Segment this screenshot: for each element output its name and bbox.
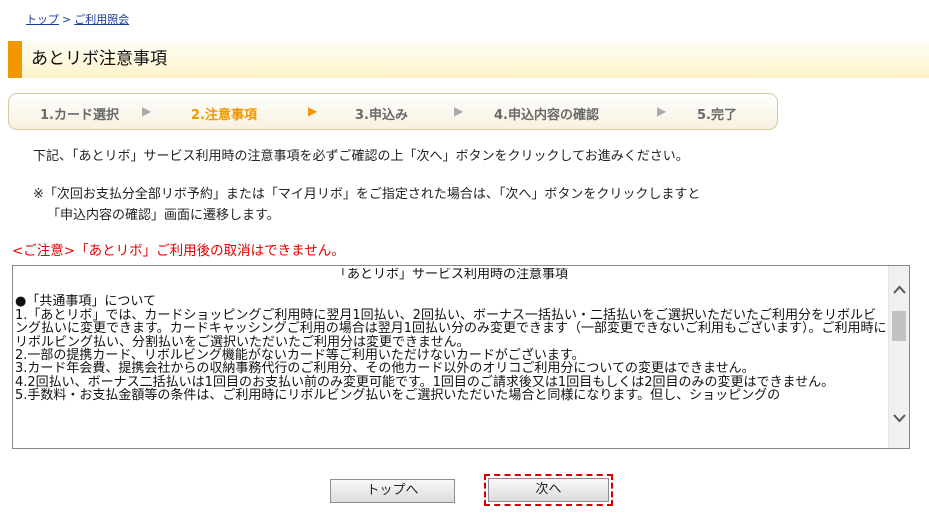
terms-content: 「あとリボ」サービス利用時の注意事項 ●「共通事項」について 1.「あとリボ」で… <box>15 268 887 446</box>
step-apply: 3.申込み <box>355 108 408 123</box>
step-arrow-icon: ▶ <box>308 104 318 118</box>
breadcrumb: トップ > ご利用照会 <box>26 11 129 27</box>
note-line-2: 「申込内容の確認」画面に遷移します。 <box>47 208 280 223</box>
breadcrumb-top-link[interactable]: トップ <box>26 13 59 26</box>
terms-item: 1.「あとリボ」では、カードショッピングご利用時に翌月1回払い、2回払い、ボーナ… <box>15 307 887 350</box>
terms-title: 「あとリボ」サービス利用時の注意事項 <box>333 268 568 282</box>
step-notes: 2.注意事項 <box>191 108 257 123</box>
terms-scrollbar[interactable] <box>888 266 909 448</box>
cancellation-warning: <ご注意>「あとリボ」ご利用後の取消はできません。 <box>12 243 345 259</box>
step-arrow-icon: ▶ <box>454 104 464 118</box>
page-title: あとリボ注意事項 <box>31 49 167 69</box>
next-button-focus-outline: 次へ <box>484 474 613 506</box>
step-arrow-icon: ▶ <box>142 104 152 118</box>
step-arrow-icon: ▶ <box>657 104 667 118</box>
note-line-1: ※「次回お支払分全部リボ予約」または「マイ月リボ」をご指定された場合は、「次へ」… <box>33 187 701 202</box>
step-card-select: 1.カード選択 <box>40 108 119 123</box>
breadcrumb-current-link[interactable]: ご利用照会 <box>74 13 129 26</box>
step-complete: 5.完了 <box>697 108 737 123</box>
terms-item: 3.カード年会費、提携会社からの収納事務代行のご利用分、その他カード以外のオリコ… <box>15 361 755 377</box>
next-button[interactable]: 次へ <box>488 478 609 502</box>
note-text: ※「次回お支払分全部リボ予約」または「マイ月リボ」をご指定された場合は、「次へ」… <box>33 184 700 226</box>
terms-textarea[interactable]: 「あとリボ」サービス利用時の注意事項 ●「共通事項」について 1.「あとリボ」で… <box>12 265 910 449</box>
terms-item: 5.手数料・お支払金額等の条件は、ご利用時にリボルビング払いをご選択いただいた場… <box>15 388 781 404</box>
terms-section-heading: ●「共通事項」について <box>15 294 156 310</box>
chevron-down-icon[interactable] <box>889 412 909 429</box>
chevron-up-icon[interactable] <box>889 284 909 301</box>
scroll-thumb[interactable] <box>892 311 906 341</box>
intro-text: 下記、「あとリボ」サービス利用時の注意事項を必ずご確認の上「次へ」ボタンをクリッ… <box>33 149 689 164</box>
breadcrumb-separator: > <box>62 13 72 26</box>
step-indicator: 1.カード選択 ▶ 2.注意事項 ▶ 3.申込み ▶ 4.申込内容の確認 ▶ 5… <box>8 93 778 130</box>
page-title-bar: あとリボ注意事項 <box>8 41 929 78</box>
top-button[interactable]: トップへ <box>330 479 455 503</box>
step-confirm: 4.申込内容の確認 <box>494 108 599 123</box>
